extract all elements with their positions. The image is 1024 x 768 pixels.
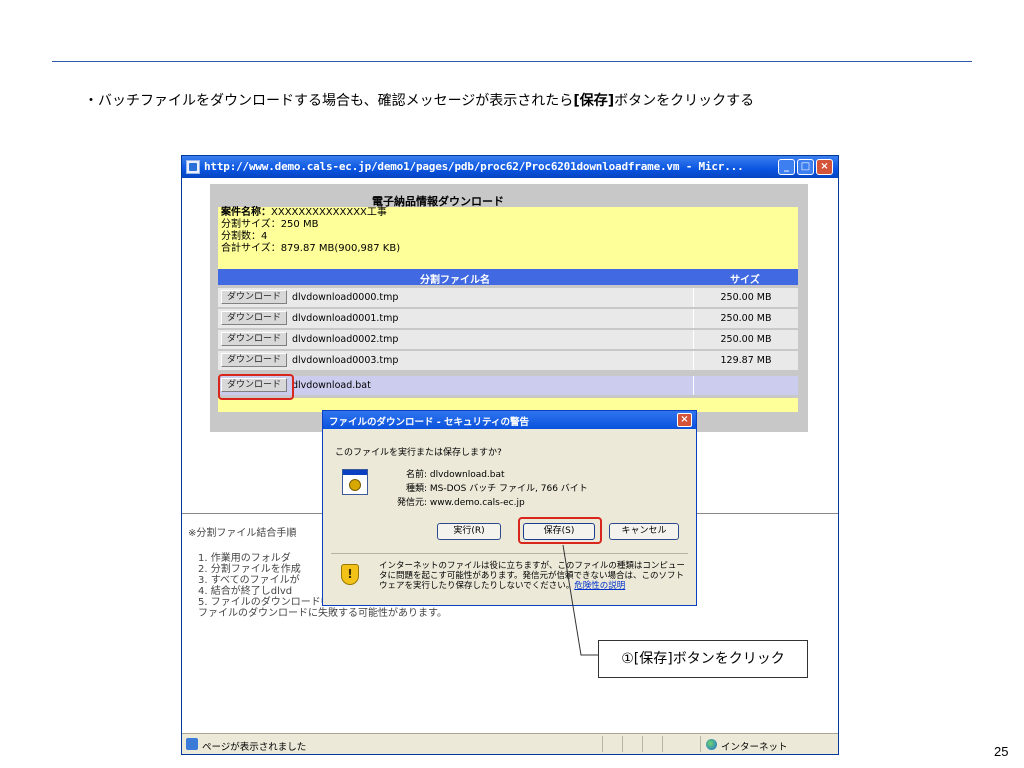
page-number: 25 [994,744,1009,759]
callout-box: ①[保存]ボタンをクリック [598,640,808,678]
callout-leader-line [562,544,598,656]
